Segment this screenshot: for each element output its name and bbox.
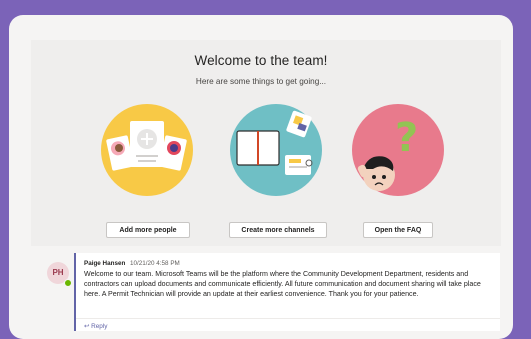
open-faq-button[interactable]: Open the FAQ: [363, 222, 433, 238]
notebook-illustration: [229, 103, 323, 197]
reply-arrow-icon: ↩: [84, 323, 90, 330]
app-frame: Welcome to the team! Here are some thing…: [9, 15, 513, 339]
message-body: Welcome to our team. Microsoft Teams wil…: [84, 270, 481, 299]
reply-label: Reply: [91, 323, 108, 330]
add-more-people-button[interactable]: Add more people: [106, 222, 190, 238]
svg-text:?: ?: [395, 115, 418, 161]
message-timestamp: 10/21/20 4:58 PM: [130, 260, 180, 267]
people-cards-illustration: [100, 103, 194, 197]
welcome-title: Welcome to the team!: [194, 53, 328, 68]
reply-button[interactable]: ↩ Reply: [84, 322, 107, 330]
message-meta: Paige Hansen 10/21/20 4:58 PM: [84, 260, 494, 267]
message-post: Paige Hansen 10/21/20 4:58 PM Welcome to…: [74, 253, 500, 331]
presence-indicator: [64, 279, 72, 287]
welcome-subtitle: Here are some things to get going...: [195, 77, 327, 86]
create-more-channels-button[interactable]: Create more channels: [229, 222, 327, 238]
divider: [76, 318, 500, 319]
question-illustration: ?: [351, 103, 445, 197]
message-author[interactable]: Paige Hansen: [84, 260, 125, 267]
